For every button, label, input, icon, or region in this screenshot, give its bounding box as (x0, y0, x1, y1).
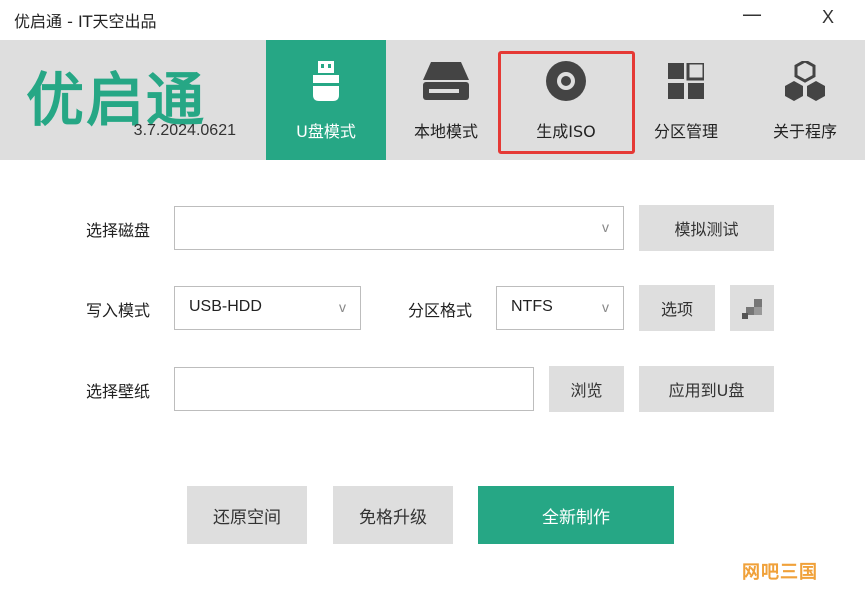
partition-format-label: 分区格式 (408, 301, 473, 320)
tab-label: 生成ISO (536, 122, 596, 141)
restore-space-button[interactable]: 还原空间 (187, 486, 307, 544)
write-mode-label: 写入模式 (86, 301, 151, 320)
close-button[interactable]: X (808, 7, 848, 35)
tab-generate-iso[interactable]: 生成ISO (506, 40, 626, 160)
tab-partition-management[interactable]: 分区管理 (626, 40, 746, 160)
tab-label: U盘模式 (296, 122, 356, 141)
partition-format-select[interactable]: NTFS v (496, 286, 624, 330)
wallpaper-label: 选择壁纸 (86, 382, 151, 401)
chevron-down-icon: v (602, 219, 609, 235)
blocks-icon (742, 299, 762, 319)
wallpaper-path-input[interactable] (174, 367, 534, 411)
usb-drive-icon (266, 58, 386, 104)
about-cubes-icon (745, 58, 865, 104)
window-title: 优启通 - IT天空出品 (14, 12, 157, 31)
watermark-text: 网吧三国 (742, 562, 818, 583)
browse-button[interactable]: 浏览 (549, 366, 624, 412)
simulate-test-button[interactable]: 模拟测试 (639, 205, 774, 251)
tab-usb-mode[interactable]: U盘模式 (266, 40, 386, 160)
tab-label: 分区管理 (653, 122, 718, 141)
header-bar: 优启通 3.7.2024.0621 U盘模式 本地模式 生成ISO 分区管理 关… (0, 40, 865, 160)
disk-label: 选择磁盘 (86, 221, 151, 240)
tab-label: 本地模式 (413, 122, 478, 141)
minimize-button[interactable]: — (732, 2, 772, 30)
apply-to-usb-button[interactable]: 应用到U盘 (639, 366, 774, 412)
logo-wordmark-icon: 优启通 (26, 66, 206, 134)
partition-grid-icon (626, 58, 746, 104)
options-button[interactable]: 选项 (639, 285, 715, 331)
hard-drive-icon (386, 58, 506, 104)
disc-icon (506, 58, 626, 104)
tab-label: 关于程序 (772, 122, 837, 141)
partition-format-value: NTFS (511, 298, 553, 315)
app-version: 3.7.2024.0621 (133, 122, 236, 139)
create-new-button[interactable]: 全新制作 (478, 486, 674, 544)
write-mode-value: USB-HDD (189, 298, 262, 315)
upgrade-without-format-button[interactable]: 免格升级 (333, 486, 453, 544)
expand-settings-button[interactable] (730, 285, 774, 331)
disk-select[interactable]: v (174, 206, 624, 250)
logo-text: 优启通 (26, 66, 206, 130)
app-logo: 优启通 (26, 64, 240, 134)
tab-about[interactable]: 关于程序 (745, 40, 865, 160)
write-mode-select[interactable]: USB-HDD v (174, 286, 361, 330)
chevron-down-icon: v (602, 299, 609, 315)
tab-local-mode[interactable]: 本地模式 (386, 40, 506, 160)
chevron-down-icon: v (339, 299, 346, 315)
title-bar: 优启通 - IT天空出品 — X (0, 0, 865, 40)
